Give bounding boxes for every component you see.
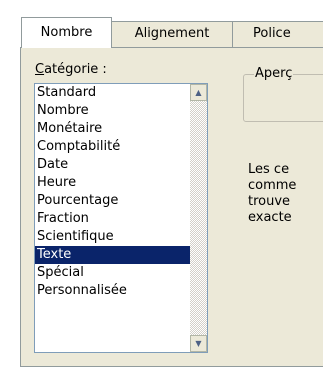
description-line: trouve: [248, 194, 291, 209]
preview-groupbox: [243, 74, 323, 122]
category-item-standard[interactable]: Standard: [35, 84, 191, 102]
tab-alignement[interactable]: Alignement: [111, 21, 233, 47]
description-line: Les ce: [248, 162, 290, 177]
category-item-texte[interactable]: Texte: [35, 246, 191, 264]
tab-nombre-label: Nombre: [40, 25, 93, 40]
category-item-fraction[interactable]: Fraction: [35, 210, 191, 228]
category-label: Catégorie :: [35, 62, 107, 77]
preview-legend: Aperç: [254, 66, 294, 81]
category-label-text: atégorie :: [44, 62, 107, 77]
category-item-personnalisee[interactable]: Personnalisée: [35, 282, 191, 300]
category-item-pourcentage[interactable]: Pourcentage: [35, 192, 191, 210]
category-item-nombre[interactable]: Nombre: [35, 102, 191, 120]
tab-police[interactable]: Police: [232, 21, 323, 47]
category-item-monetaire[interactable]: Monétaire: [35, 120, 191, 138]
category-list: Standard Nombre Monétaire Comptabilité D…: [35, 84, 191, 300]
category-item-comptabilite[interactable]: Comptabilité: [35, 138, 191, 156]
format-cells-dialog: Nombre Alignement Police Catégorie : Sta…: [0, 0, 323, 383]
description-line: exacte: [248, 210, 292, 225]
scroll-down-arrow-icon: ▼: [195, 339, 202, 348]
category-item-special[interactable]: Spécial: [35, 264, 191, 282]
tab-alignement-label: Alignement: [134, 26, 210, 41]
category-scrollbar[interactable]: ▲ ▼: [190, 84, 207, 352]
tab-nombre[interactable]: Nombre: [21, 17, 112, 48]
category-label-accesskey: C: [35, 62, 45, 77]
category-item-date[interactable]: Date: [35, 156, 191, 174]
category-item-scientifique[interactable]: Scientifique: [35, 228, 191, 246]
tab-police-label: Police: [253, 26, 291, 41]
scroll-up-button[interactable]: ▲: [190, 84, 207, 101]
description-line: comme: [248, 178, 297, 193]
scroll-down-button[interactable]: ▼: [190, 335, 207, 352]
description-text: Les ce comme trouve exacte: [248, 162, 323, 226]
category-item-heure[interactable]: Heure: [35, 174, 191, 192]
category-listbox[interactable]: Standard Nombre Monétaire Comptabilité D…: [34, 83, 208, 353]
scroll-up-arrow-icon: ▲: [195, 88, 202, 97]
